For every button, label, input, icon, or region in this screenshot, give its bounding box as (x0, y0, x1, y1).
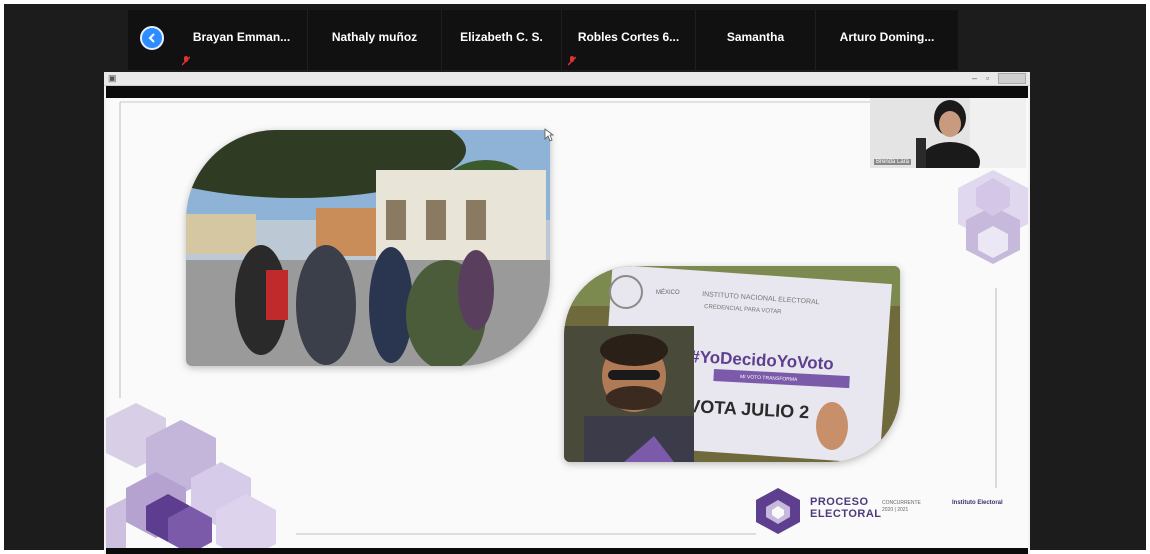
hexagon-logo-icon (756, 488, 800, 534)
mouse-cursor-icon (544, 128, 554, 142)
presenter-name: Brenda Lara (874, 159, 912, 165)
participant-name: Samantha (726, 30, 785, 44)
mic-muted-icon (568, 56, 576, 66)
participant-tile[interactable]: Robles Cortes 6... (562, 10, 696, 70)
hexagon-pattern-decoration-right (958, 170, 1028, 264)
maximize-button[interactable]: ▫ (986, 73, 989, 83)
logo-wordmark: PROCESO ELECTORAL (810, 496, 882, 520)
logo-institute: Instituto Electoral (952, 500, 1003, 506)
logo-concurrente-label: CONCURRENTE (882, 500, 921, 506)
close-button[interactable] (998, 73, 1026, 84)
chevron-left-icon (148, 33, 155, 43)
participant-name: Robles Cortes 6... (577, 30, 680, 44)
slide-top-bar (106, 86, 1028, 98)
photo-vote-card: MÉXICO INSTITUTO NACIONAL ELECTORAL CRED… (564, 266, 900, 462)
logo-line-1: PROCESO (810, 496, 869, 508)
zoom-meeting-window: Brayan Emman... Nathaly muñoz Elizabeth … (0, 0, 1150, 554)
participant-tile[interactable]: Nathaly muñoz (308, 10, 442, 70)
scroll-left-button[interactable] (140, 26, 164, 50)
participant-tile[interactable]: Elizabeth C. S. (442, 10, 562, 70)
proceso-electoral-logo: PROCESO ELECTORAL CONCURRENTE 2020 | 202… (756, 486, 1006, 536)
participant-tile[interactable]: Samantha (696, 10, 816, 70)
participant-name: Elizabeth C. S. (460, 30, 543, 44)
photo-canvassing (186, 130, 550, 366)
hexagon-pattern-decoration (106, 403, 276, 550)
presenter-video-thumbnail[interactable]: Brenda Lara (870, 98, 1026, 168)
vote-card-photo-image: MÉXICO INSTITUTO NACIONAL ELECTORAL CRED… (564, 266, 900, 462)
logo-line-2: ELECTORAL (810, 508, 882, 520)
logo-concurrente: CONCURRENTE 2020 | 2021 (882, 500, 921, 514)
mic-muted-icon (182, 56, 190, 66)
shared-screen-window: ▣ – ▫ MÉXICO INSTITUTO NACIONAL ELECTORA… (104, 72, 1030, 554)
slide-bottom-bar (106, 548, 1028, 554)
minimize-button[interactable]: – (972, 73, 977, 83)
canvassing-photo-image (186, 130, 550, 366)
participant-tile[interactable]: Arturo Doming... (816, 10, 958, 70)
logo-years: 2020 | 2021 (882, 507, 909, 513)
participant-name: Arturo Doming... (839, 30, 935, 44)
window-titlebar: ▣ – ▫ (104, 72, 1030, 86)
participant-name: Nathaly muñoz (331, 30, 418, 44)
participant-strip: Brayan Emman... Nathaly muñoz Elizabeth … (128, 10, 958, 70)
participant-name: Brayan Emman... (192, 30, 291, 44)
participant-tile[interactable]: Brayan Emman... (176, 10, 308, 70)
card-country: MÉXICO (656, 289, 680, 296)
app-icon: ▣ (108, 73, 117, 83)
presenter-video-image (870, 98, 1026, 168)
